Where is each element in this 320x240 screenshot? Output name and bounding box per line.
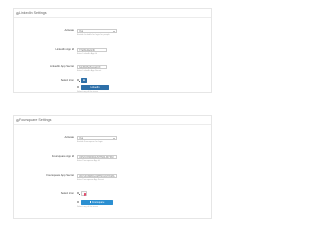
linkedin-icon-radio-1[interactable] xyxy=(77,79,80,82)
foursquare-icon-radio-2[interactable] xyxy=(77,200,80,203)
chevron-down-icon xyxy=(113,137,115,139)
linkedin-app-secret-input[interactable]: bxkf6j4Sq6yqqAUX xyxy=(77,64,107,69)
linkedin-app-secret-label: LinkedIn App Secret xyxy=(49,65,74,68)
linkedin-panel-title: LinkedIn Settings xyxy=(19,11,47,15)
linkedin-activate-label: Activate xyxy=(64,29,74,32)
linkedin-select-icon-hint: Select any of the icons xyxy=(77,90,98,93)
linkedin-app-id-input[interactable]: 77a09u9u0c6t xyxy=(77,47,107,52)
foursquare-activate-hint: Enable Foursquare for login xyxy=(77,141,103,143)
chevron-down-icon xyxy=(113,30,115,32)
foursquare-panel-title: Foursquare Settings xyxy=(19,118,52,122)
foursquare-select-icon-label: Select Icon xyxy=(60,192,74,195)
linkedin-activate-select[interactable]: Yes xyxy=(77,28,117,34)
foursquare-app-id-hint: Enter Foursquare App Id xyxy=(77,160,100,162)
linkedin-icon[interactable]: in xyxy=(81,78,87,83)
foursquare-app-id-label: Foursquare App Id xyxy=(51,155,74,158)
foursquare-icon-radio-1[interactable] xyxy=(77,192,80,195)
foursquare-app-id-input[interactable]: UDVUQ3WDGUMTNCLMYKM xyxy=(77,154,117,159)
foursquare-activate-label: Activate xyxy=(64,136,74,139)
foursquare-brand-button[interactable]: Foursquare xyxy=(81,199,113,205)
linkedin-activate-hint: Enable LinkedIn for login for people xyxy=(77,34,110,36)
foursquare-icon[interactable] xyxy=(81,191,87,196)
foursquare-activate-select[interactable]: Yes xyxy=(77,135,117,141)
linkedin-select-icon-label: Select Icon xyxy=(60,79,74,82)
linkedin-panel-header: LinkedIn Settings xyxy=(14,9,211,18)
foursquare-logo-icon xyxy=(83,192,87,196)
foursquare-activate-value: Yes xyxy=(79,137,84,141)
linkedin-app-id-label: LinkedIn App Id xyxy=(55,48,74,51)
linkedin-settings-panel: LinkedIn Settings Activate Yes Enable Li… xyxy=(13,8,212,93)
linkedin-app-secret-hint: Enter LinkedIn App Secret xyxy=(77,70,102,72)
linkedin-activate-value: Yes xyxy=(79,30,84,34)
foursquare-settings-panel: Foursquare Settings Activate Yes Enable … xyxy=(13,115,212,219)
foursquare-app-secret-input[interactable]: JDVUQ3WDGUMTNCLMYKMA xyxy=(77,173,117,178)
foursquare-app-secret-label: Foursquare App Secret xyxy=(46,174,74,177)
foursquare-panel-header: Foursquare Settings xyxy=(14,116,211,125)
foursquare-app-secret-hint: Enter Foursquare App Secret xyxy=(77,179,104,181)
linkedin-icon-radio-2[interactable] xyxy=(77,85,80,88)
foursquare-brand-label: Foursquare xyxy=(92,200,105,204)
foursquare-select-icon-hint: Select any of the icons xyxy=(77,206,98,208)
linkedin-brand-button[interactable]: LinkedIn xyxy=(81,84,109,90)
linkedin-app-id-hint: Enter LinkedIn App Id xyxy=(77,53,97,55)
